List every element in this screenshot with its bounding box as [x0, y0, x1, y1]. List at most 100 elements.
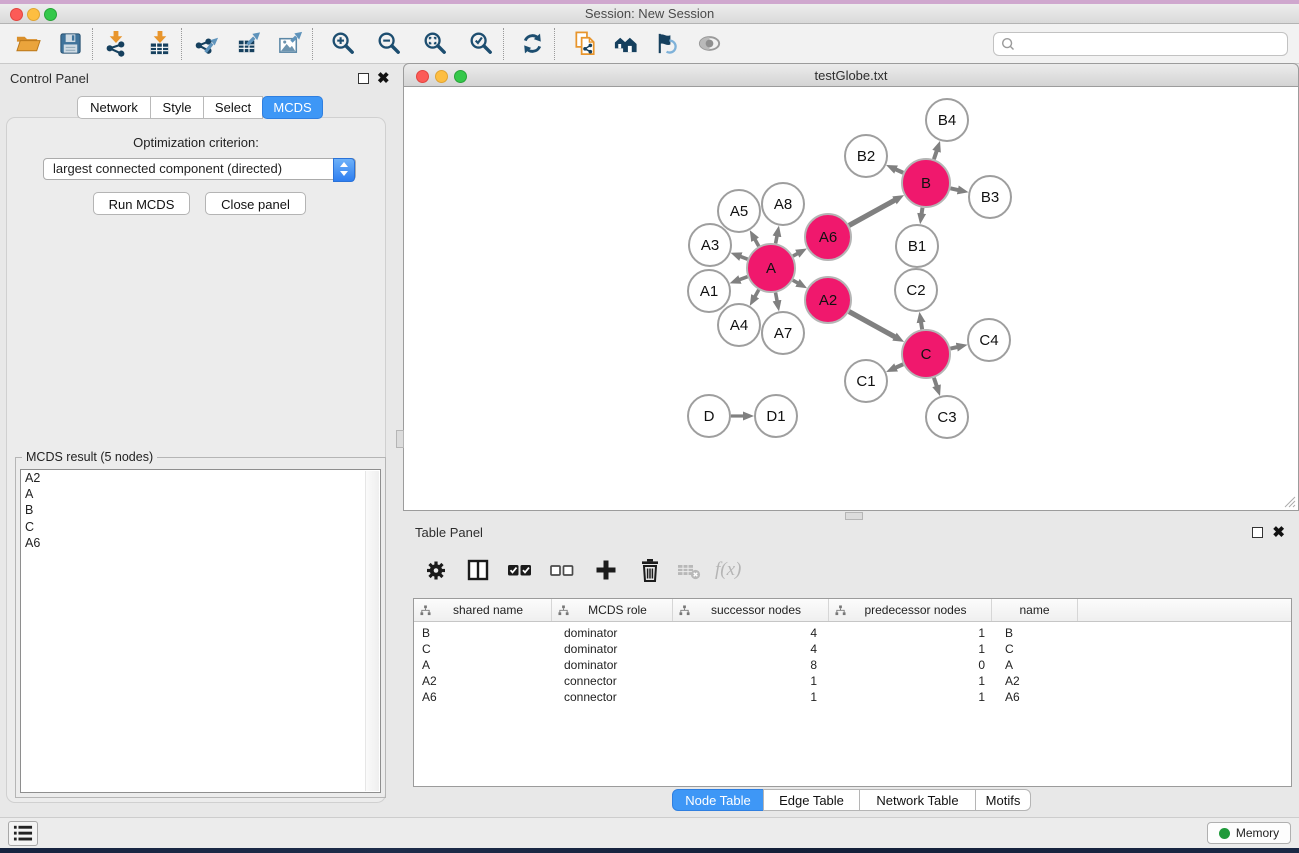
refresh-icon[interactable] — [517, 29, 547, 59]
graph-node-label: C1 — [856, 373, 875, 390]
graph-node-label: B — [921, 175, 931, 192]
graph-edge[interactable] — [849, 200, 895, 226]
application-window: Session: New Session — [0, 0, 1299, 853]
eye-icon[interactable] — [694, 29, 724, 59]
table-cell: 1 — [829, 625, 992, 641]
graph-edge[interactable] — [849, 312, 895, 338]
table-cell: C — [992, 641, 1078, 657]
graph-node-label: A7 — [774, 325, 792, 342]
network-window-titlebar[interactable]: testGlobe.txt — [403, 63, 1299, 87]
mcds-result-list[interactable]: A2ABCA6 — [20, 469, 381, 793]
deselect-all-icon[interactable] — [547, 555, 577, 585]
table-cell: A2 — [992, 673, 1078, 689]
import-table-icon[interactable] — [144, 29, 174, 59]
graph-edge[interactable] — [895, 364, 903, 368]
function-builder-icon: f(x) — [715, 559, 741, 581]
export-image-icon[interactable] — [275, 29, 305, 59]
graph-edge[interactable] — [934, 378, 937, 387]
columns-icon[interactable] — [463, 555, 493, 585]
table-row[interactable]: A2connector11A2 — [414, 673, 1291, 689]
mcds-result-item[interactable]: C — [21, 519, 380, 535]
table-panel-float-button[interactable] — [1252, 527, 1263, 538]
tab-motifs[interactable]: Motifs — [975, 789, 1031, 811]
graph-edge[interactable] — [739, 277, 748, 280]
tab-edge-table[interactable]: Edge Table — [763, 789, 860, 811]
tab-mcds[interactable]: MCDS — [262, 96, 323, 119]
search-input[interactable] — [1018, 34, 1287, 54]
graph-edge[interactable] — [755, 239, 759, 246]
table-row[interactable]: Adominator80A — [414, 657, 1291, 673]
search-field[interactable] — [993, 32, 1288, 56]
window-resize-grip[interactable] — [1283, 495, 1296, 508]
graph-edge[interactable] — [922, 208, 923, 215]
close-panel-button[interactable]: Close panel — [205, 192, 306, 215]
table-cell: connector — [552, 673, 673, 689]
criterion-dropdown[interactable]: largest connected component (directed) — [43, 158, 356, 180]
select-all-icon[interactable] — [505, 555, 535, 585]
column-header-filler — [1078, 599, 1291, 621]
task-history-button[interactable] — [8, 821, 38, 846]
add-row-icon[interactable] — [591, 555, 621, 585]
zoom-in-icon[interactable] — [328, 29, 358, 59]
table-row[interactable]: A6connector11A6 — [414, 689, 1291, 705]
graph-node-label: A — [766, 260, 776, 277]
graph-edge[interactable] — [755, 290, 759, 297]
graph-edge[interactable] — [776, 293, 778, 302]
tab-node-table[interactable]: Node Table — [672, 789, 764, 811]
zoom-out-icon[interactable] — [374, 29, 404, 59]
graph-edge[interactable] — [950, 188, 958, 190]
tab-network-table[interactable]: Network Table — [859, 789, 976, 811]
network-canvas[interactable]: B4B2BB3A5A8A6A3B1AA1C2A2A4A7C4CC1C3DD1 — [403, 87, 1299, 511]
column-header[interactable]: predecessor nodes — [829, 599, 992, 621]
run-mcds-button[interactable]: Run MCDS — [93, 192, 190, 215]
graph-edge[interactable] — [934, 150, 937, 159]
clone-network-icon[interactable] — [570, 29, 600, 59]
graph-edge[interactable] — [793, 253, 798, 256]
mcds-result-item[interactable]: A6 — [21, 535, 380, 551]
zoom-fit-icon[interactable] — [420, 29, 450, 59]
control-panel-float-button[interactable] — [358, 73, 369, 84]
table-panel-close-button[interactable]: ✖ — [1272, 528, 1285, 537]
save-session-icon[interactable] — [55, 29, 85, 59]
open-file-icon[interactable] — [13, 29, 43, 59]
column-header[interactable]: name — [992, 599, 1078, 621]
home-icon[interactable] — [610, 29, 640, 59]
column-header[interactable]: shared name — [414, 599, 552, 621]
delete-row-icon[interactable] — [635, 555, 665, 585]
settings-gear-icon[interactable] — [421, 555, 451, 585]
graph-node-label: A3 — [701, 237, 719, 254]
vertical-splitter-handle[interactable] — [396, 430, 404, 448]
table-cell: 1 — [829, 673, 992, 689]
node-table[interactable]: shared nameMCDS rolesuccessor nodesprede… — [413, 598, 1292, 787]
export-table-icon[interactable] — [233, 29, 263, 59]
mcds-result-item[interactable]: A2 — [21, 470, 380, 486]
annotations-icon[interactable] — [652, 29, 682, 59]
graph-edge[interactable] — [793, 280, 799, 283]
column-header[interactable]: MCDS role — [552, 599, 673, 621]
control-panel-close-button[interactable]: ✖ — [377, 74, 390, 83]
tab-network[interactable]: Network — [77, 96, 151, 119]
zoom-selected-icon[interactable] — [466, 29, 496, 59]
table-cell: 1 — [829, 689, 992, 705]
toolbar-separator — [181, 28, 182, 60]
import-network-icon[interactable] — [100, 29, 130, 59]
graph-edge[interactable] — [950, 347, 957, 349]
export-network-icon[interactable] — [191, 29, 221, 59]
network-graph[interactable]: B4B2BB3A5A8A6A3B1AA1C2A2A4A7C4CC1C3DD1 — [404, 87, 1298, 509]
column-header[interactable]: successor nodes — [673, 599, 829, 621]
mcds-result-item[interactable]: B — [21, 502, 380, 518]
horizontal-splitter-handle[interactable] — [845, 512, 863, 520]
mcds-result-item[interactable]: A — [21, 486, 380, 502]
tab-select[interactable]: Select — [203, 96, 263, 119]
graph-edge[interactable] — [776, 235, 777, 243]
table-cell: 1 — [673, 673, 829, 689]
table-cell: 1 — [673, 689, 829, 705]
table-row[interactable]: Bdominator41B — [414, 625, 1291, 641]
mcds-list-scrollbar[interactable] — [365, 471, 379, 791]
memory-button[interactable]: Memory — [1207, 822, 1291, 844]
graph-edge[interactable] — [740, 256, 748, 259]
table-row[interactable]: Cdominator41C — [414, 641, 1291, 657]
graph-edge[interactable] — [921, 322, 922, 330]
graph-edge[interactable] — [895, 169, 903, 173]
tab-style[interactable]: Style — [150, 96, 204, 119]
